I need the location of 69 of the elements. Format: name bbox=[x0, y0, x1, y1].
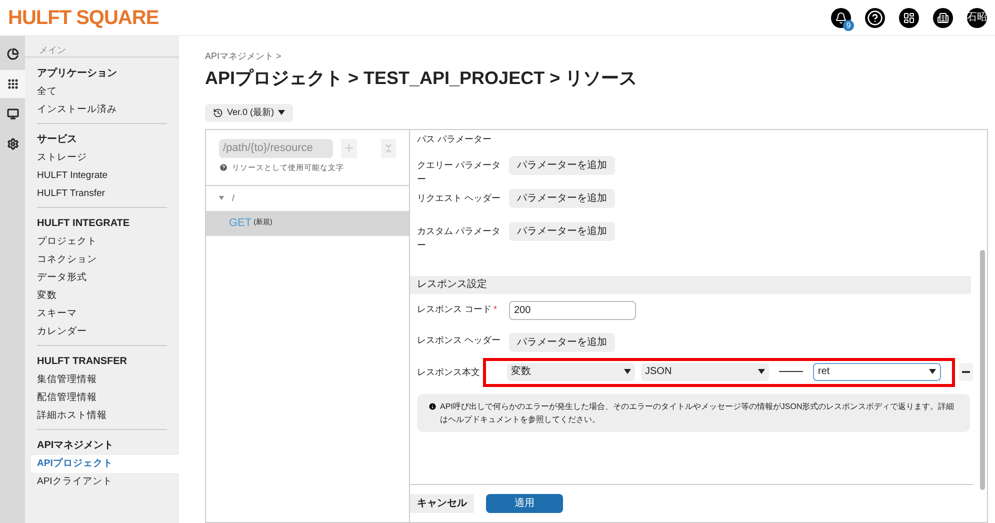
sidebar-item[interactable]: 全て bbox=[31, 83, 173, 101]
notification-button[interactable]: 9 bbox=[831, 8, 851, 28]
method-label: GET bbox=[229, 216, 252, 231]
pie-chart-icon bbox=[6, 48, 18, 60]
sidebar-item[interactable]: スキーマ bbox=[31, 305, 173, 323]
sidebar-item[interactable]: カレンダー bbox=[31, 323, 173, 341]
cancel-button[interactable]: キャンセル bbox=[410, 494, 474, 513]
field-label: カスタム パラメーター bbox=[417, 224, 502, 252]
dashboard-icon[interactable] bbox=[899, 8, 919, 28]
info-icon bbox=[428, 402, 437, 410]
sidebar-item[interactable]: ストレージ bbox=[31, 149, 173, 167]
sidebar-item[interactable]: APIクライアント bbox=[31, 473, 173, 491]
settings-icon bbox=[6, 138, 18, 150]
sidebar-item[interactable]: HULFT Transfer bbox=[31, 185, 173, 203]
logo: HULFT SQUARE bbox=[8, 6, 159, 30]
add-parameter-button[interactable]: パラメーターを追加 bbox=[509, 188, 615, 208]
user-avatar[interactable]: 石昭 bbox=[967, 8, 987, 28]
grid-icon bbox=[6, 78, 18, 90]
sidebar-item[interactable]: プロジェクト bbox=[31, 233, 173, 251]
help-icon bbox=[219, 162, 228, 172]
sidebar-item[interactable]: インストール済み bbox=[31, 101, 173, 119]
caret-icon bbox=[219, 196, 224, 200]
sidebar-section-label: メイン bbox=[25, 36, 179, 58]
add-parameter-button[interactable]: パラメーターを追加 bbox=[509, 222, 615, 240]
sidebar-heading: アプリケーション bbox=[37, 66, 118, 81]
select-field[interactable]: JSON bbox=[641, 362, 769, 380]
add-parameter-button[interactable]: パラメーターを追加 bbox=[509, 332, 615, 352]
sidebar-heading: APIマネジメント bbox=[37, 439, 115, 453]
caret-icon bbox=[758, 369, 765, 374]
field-label: リクエスト ヘッダー bbox=[417, 192, 502, 204]
monitor-icon bbox=[6, 108, 18, 120]
sidebar-item[interactable]: 配信管理情報 bbox=[31, 389, 173, 407]
notification-badge: 9 bbox=[843, 20, 854, 30]
sidebar-item[interactable]: 集信管理情報 bbox=[31, 371, 173, 389]
path-params-label: パス パラメーター bbox=[417, 132, 493, 146]
history-icon bbox=[213, 108, 223, 118]
remove-icon[interactable] bbox=[959, 362, 973, 380]
caret-icon bbox=[278, 110, 286, 115]
field-label: レスポンス本文 bbox=[417, 366, 481, 378]
select-field[interactable]: ret bbox=[813, 362, 941, 380]
required-mark: * bbox=[494, 304, 498, 314]
response-code-input[interactable]: 200 bbox=[509, 300, 636, 320]
sidebar-item[interactable]: 変数 bbox=[31, 287, 173, 305]
tree-node[interactable]: / bbox=[206, 186, 409, 211]
sidebar-heading: HULFT TRANSFER bbox=[37, 355, 128, 369]
caret-icon bbox=[929, 369, 936, 374]
field-label: クエリー パラメーター bbox=[417, 158, 502, 186]
sidebar-item[interactable]: 詳細ホスト情報 bbox=[31, 407, 173, 425]
apply-button[interactable]: 適用 bbox=[486, 494, 563, 513]
sidebar-heading: サービス bbox=[37, 132, 78, 147]
field-label: レスポンス コード * bbox=[417, 303, 498, 316]
sidebar-heading: HULFT INTEGRATE bbox=[37, 217, 131, 231]
connector-line bbox=[779, 371, 803, 372]
sidebar-item[interactable]: コネクション bbox=[31, 251, 173, 269]
sidebar-item[interactable]: APIプロジェクト bbox=[31, 455, 179, 473]
caret-icon bbox=[624, 369, 631, 374]
breadcrumb[interactable]: APIマネジメント > bbox=[205, 50, 988, 64]
sidebar-item[interactable]: データ形式 bbox=[31, 269, 173, 287]
sidebar-item[interactable]: HULFT Integrate bbox=[31, 167, 173, 185]
add-parameter-button[interactable]: パラメーターを追加 bbox=[509, 156, 615, 174]
help-icon[interactable] bbox=[865, 8, 885, 28]
bell-icon bbox=[835, 12, 847, 24]
info-text: API呼び出しで何らかのエラーが発生した場合、そのエラーのタイトルやメッセージ等の情報がJSON形式のレスポンスボディで返ります。詳細はヘルプドキュメントを参照してください。 bbox=[440, 400, 956, 426]
section-heading: レスポンス設定 bbox=[410, 276, 971, 294]
field-label: レスポンス ヘッダー bbox=[417, 334, 502, 346]
page-title: APIプロジェクト > TEST_API_PROJECT > リソース bbox=[205, 66, 638, 90]
version-dropdown[interactable]: Ver.0 (最新) bbox=[205, 104, 294, 122]
building-icon[interactable] bbox=[933, 8, 953, 28]
select-field[interactable]: 変数 bbox=[507, 362, 635, 380]
